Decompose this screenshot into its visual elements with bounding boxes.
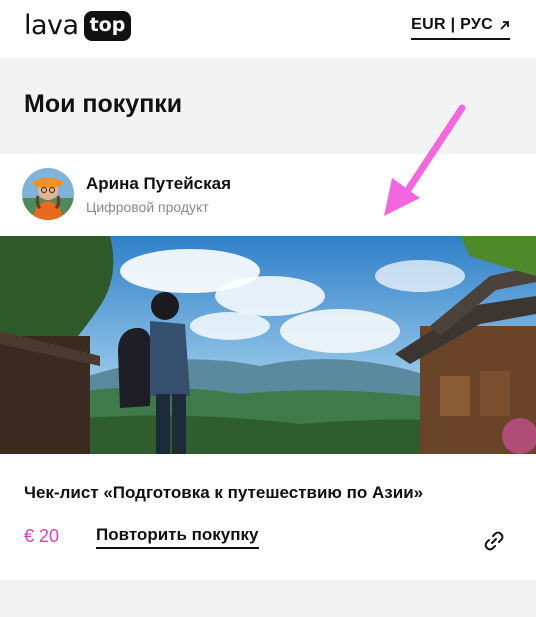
purchase-card: Арина Путейская Цифровой продукт Чек-лис…	[0, 154, 536, 580]
arrow-up-right-icon	[500, 20, 509, 30]
author-subtitle: Цифровой продукт	[86, 199, 209, 215]
product-cover-image[interactable]	[0, 236, 536, 454]
avatar	[22, 168, 74, 220]
logo-text: lava	[24, 10, 79, 41]
currency-language-label: EUR | РУС	[411, 16, 493, 33]
product-title[interactable]: Чек-лист «Подготовка к путешествию по Аз…	[24, 483, 423, 503]
product-price: € 20	[24, 526, 60, 546]
logo-badge: top	[83, 11, 132, 41]
page-title: Мои покупки	[24, 90, 183, 118]
link-icon[interactable]	[482, 529, 506, 553]
author-block[interactable]: Арина Путейская Цифровой продукт	[22, 168, 231, 220]
logo[interactable]: lava top	[24, 10, 132, 41]
currency-language-switch[interactable]: EUR | РУС	[411, 16, 510, 40]
author-name: Арина Путейская	[86, 174, 232, 193]
top-header: lava top EUR | РУС	[0, 0, 536, 58]
repeat-purchase-button[interactable]: Повторить покупку	[96, 525, 259, 549]
